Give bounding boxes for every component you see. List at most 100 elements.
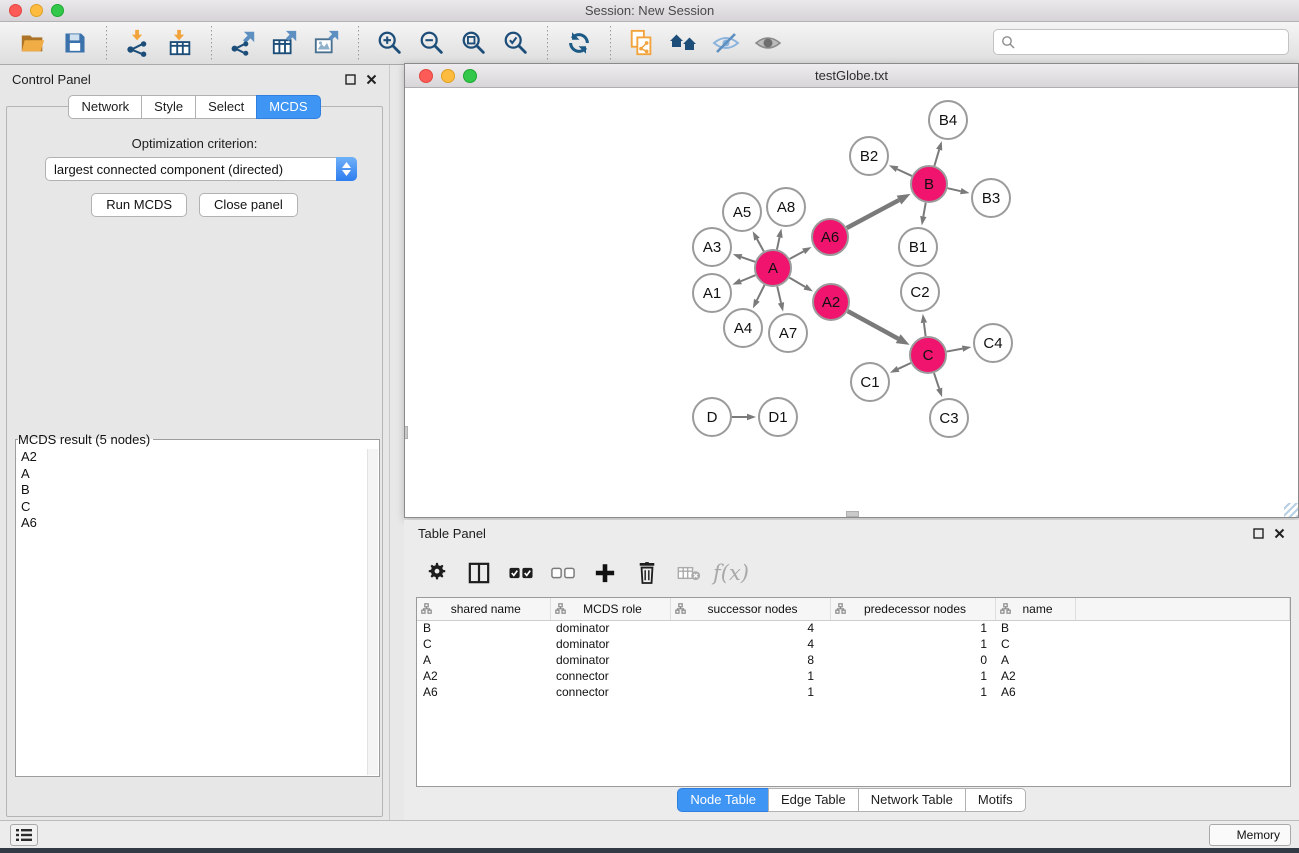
table-cell[interactable]: dominator: [550, 620, 670, 636]
table-cell[interactable]: dominator: [550, 652, 670, 668]
delete-column-icon[interactable]: [634, 560, 660, 586]
zoom-out-icon[interactable]: [416, 27, 448, 59]
zoom-in-icon[interactable]: [374, 27, 406, 59]
column-browser-icon[interactable]: [466, 560, 492, 586]
table-cell[interactable]: C: [417, 636, 550, 652]
table-cell[interactable]: A: [417, 652, 550, 668]
memory-button[interactable]: Memory: [1209, 824, 1291, 846]
tab-edge-table[interactable]: Edge Table: [768, 788, 859, 812]
search-input[interactable]: [1019, 35, 1288, 50]
network-window-titlebar[interactable]: testGlobe.txt: [405, 64, 1298, 88]
table-row[interactable]: Adominator80A: [417, 652, 1290, 668]
new-network-from-selection-icon[interactable]: [626, 27, 658, 59]
column-header[interactable]: predecessor nodes: [830, 598, 995, 620]
hide-selected-icon[interactable]: [710, 27, 742, 59]
graph-edge[interactable]: [934, 150, 939, 166]
tab-motifs[interactable]: Motifs: [965, 788, 1026, 812]
table-cell[interactable]: 1: [830, 636, 995, 652]
mcds-result-scrollbar[interactable]: [367, 449, 378, 775]
zoom-fit-icon[interactable]: [458, 27, 490, 59]
graph-edge[interactable]: [924, 323, 926, 336]
import-network-icon[interactable]: [122, 27, 154, 59]
column-header[interactable]: shared name: [417, 598, 550, 620]
tab-network-table[interactable]: Network Table: [858, 788, 966, 812]
table-cell[interactable]: 1: [670, 668, 830, 684]
table-row[interactable]: Bdominator41B: [417, 620, 1290, 636]
close-panel-icon[interactable]: [1274, 528, 1285, 539]
table-cell[interactable]: 1: [830, 620, 995, 636]
column-header[interactable]: successor nodes: [670, 598, 830, 620]
close-panel-button[interactable]: Close panel: [199, 193, 298, 217]
graph-edge[interactable]: [847, 200, 899, 228]
tab-node-table[interactable]: Node Table: [677, 788, 769, 812]
column-header[interactable]: MCDS role: [550, 598, 670, 620]
graph-edge[interactable]: [948, 188, 961, 191]
table-cell[interactable]: 1: [670, 684, 830, 700]
table-cell[interactable]: 8: [670, 652, 830, 668]
graph-edge[interactable]: [848, 311, 898, 339]
add-column-icon[interactable]: [592, 560, 618, 586]
close-panel-icon[interactable]: [366, 74, 377, 85]
table-cell[interactable]: 0: [830, 652, 995, 668]
graph-edge[interactable]: [757, 239, 764, 251]
mcds-result-item[interactable]: C: [17, 499, 366, 516]
table-row[interactable]: A2connector11A2: [417, 668, 1290, 684]
graph-edge[interactable]: [897, 169, 912, 176]
show-all-icon[interactable]: [752, 27, 784, 59]
export-table-icon[interactable]: [269, 27, 301, 59]
import-table-icon[interactable]: [164, 27, 196, 59]
graph-edge[interactable]: [934, 373, 939, 389]
deselect-all-icon[interactable]: [550, 560, 576, 586]
close-window-button[interactable]: [9, 4, 22, 17]
graph-edge[interactable]: [790, 251, 804, 259]
export-network-icon[interactable]: [227, 27, 259, 59]
mcds-result-item[interactable]: A6: [17, 515, 366, 532]
network-minimize-button[interactable]: [441, 69, 455, 83]
table-cell[interactable]: C: [995, 636, 1075, 652]
first-neighbors-icon[interactable]: [668, 27, 700, 59]
export-image-icon[interactable]: [311, 27, 343, 59]
search-field[interactable]: [993, 29, 1289, 55]
graph-edge[interactable]: [777, 237, 780, 249]
float-panel-icon[interactable]: [1253, 528, 1264, 539]
vertical-scrollbar-thumb[interactable]: [405, 426, 408, 439]
table-cell[interactable]: B: [417, 620, 550, 636]
table-cell[interactable]: 4: [670, 620, 830, 636]
network-close-button[interactable]: [419, 69, 433, 83]
zoom-selected-icon[interactable]: [500, 27, 532, 59]
refresh-layout-icon[interactable]: [563, 27, 595, 59]
table-cell[interactable]: connector: [550, 668, 670, 684]
save-session-icon[interactable]: [59, 27, 91, 59]
zoom-window-button[interactable]: [51, 4, 64, 17]
tab-select[interactable]: Select: [195, 95, 257, 119]
graph-edge[interactable]: [741, 257, 755, 262]
table-settings-icon[interactable]: [424, 560, 450, 586]
table-cell[interactable]: dominator: [550, 636, 670, 652]
tab-style[interactable]: Style: [141, 95, 196, 119]
table-cell[interactable]: A2: [995, 668, 1075, 684]
column-header[interactable]: name: [995, 598, 1075, 620]
tab-network[interactable]: Network: [68, 95, 142, 119]
table-row[interactable]: Cdominator41C: [417, 636, 1290, 652]
run-mcds-button[interactable]: Run MCDS: [91, 193, 187, 217]
table-cell[interactable]: A6: [417, 684, 550, 700]
graph-edge[interactable]: [898, 363, 911, 369]
criterion-dropdown[interactable]: largest connected component (directed): [45, 157, 357, 181]
minimize-window-button[interactable]: [30, 4, 43, 17]
network-canvas[interactable]: AA1A2A3A4A5A6A7A8BB1B2B3B4CC1C2C3C4DD1: [405, 88, 1298, 517]
window-resize-grip[interactable]: [1284, 503, 1298, 517]
table-cell[interactable]: B: [995, 620, 1075, 636]
mcds-result-item[interactable]: A: [17, 466, 366, 483]
mcds-result-item[interactable]: B: [17, 482, 366, 499]
graph-edge[interactable]: [757, 285, 765, 300]
graph-edge[interactable]: [947, 349, 963, 352]
table-cell[interactable]: A6: [995, 684, 1075, 700]
table-row[interactable]: A6connector11A6: [417, 684, 1290, 700]
graph-edge[interactable]: [789, 278, 805, 287]
network-zoom-button[interactable]: [463, 69, 477, 83]
select-all-icon[interactable]: [508, 560, 534, 586]
table-cell[interactable]: 4: [670, 636, 830, 652]
tab-mcds[interactable]: MCDS: [256, 95, 320, 119]
graph-edge[interactable]: [741, 275, 756, 281]
task-history-button[interactable]: [10, 824, 38, 846]
